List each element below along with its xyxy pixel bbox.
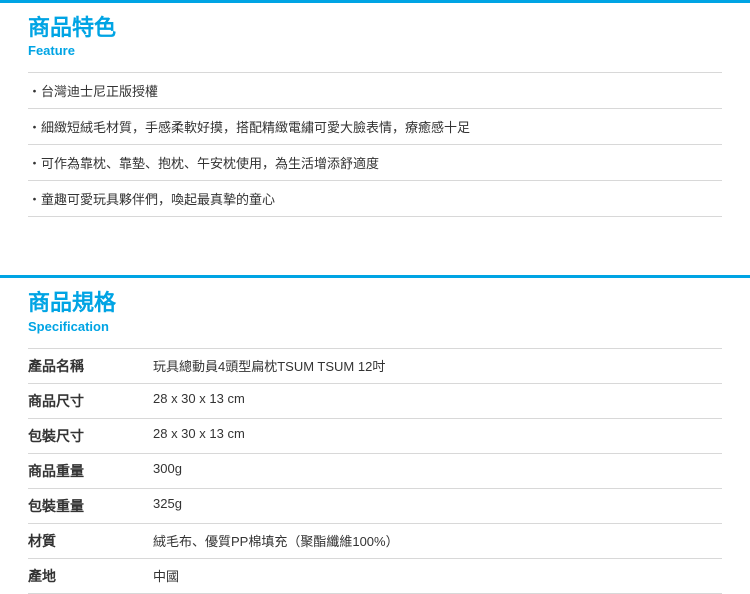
spec-label: 產地 (28, 566, 153, 586)
spec-table: 產品名稱 玩具總動員4頭型扁枕TSUM TSUM 12吋 商品尺寸 28 x 3… (0, 348, 750, 594)
spec-value: 325g (153, 496, 722, 516)
spec-row: 產地 中國 (28, 559, 722, 594)
spec-value: 300g (153, 461, 722, 481)
spec-header: 商品規格 Specification (0, 275, 750, 347)
spec-subtitle: Specification (28, 319, 750, 334)
spec-row: 商品尺寸 28 x 30 x 13 cm (28, 384, 722, 419)
spec-value: 28 x 30 x 13 cm (153, 391, 722, 411)
spec-row: 產品名稱 玩具總動員4頭型扁枕TSUM TSUM 12吋 (28, 348, 722, 384)
spec-row: 商品重量 300g (28, 454, 722, 489)
spec-label: 商品重量 (28, 461, 153, 481)
spec-value: 玩具總動員4頭型扁枕TSUM TSUM 12吋 (153, 356, 722, 376)
feature-title: 商品特色 (28, 15, 750, 41)
feature-subtitle: Feature (28, 43, 750, 58)
feature-item: ・童趣可愛玩具夥伴們，喚起最真摯的童心 (28, 181, 722, 217)
spec-label: 產品名稱 (28, 356, 153, 376)
document-container: 商品特色 Feature ・台灣迪士尼正版授權 ・細緻短絨毛材質，手感柔軟好摸，… (0, 0, 750, 594)
spec-title: 商品規格 (28, 290, 750, 316)
spec-label: 材質 (28, 531, 153, 551)
spec-value: 28 x 30 x 13 cm (153, 426, 722, 446)
feature-item: ・細緻短絨毛材質，手感柔軟好摸，搭配精緻電繡可愛大臉表情，療癒感十足 (28, 109, 722, 145)
feature-item: ・台灣迪士尼正版授權 (28, 72, 722, 109)
spec-row: 材質 絨毛布、優質PP棉填充（聚酯纖維100%） (28, 524, 722, 559)
spec-label: 包裝重量 (28, 496, 153, 516)
feature-header: 商品特色 Feature (0, 0, 750, 72)
feature-list: ・台灣迪士尼正版授權 ・細緻短絨毛材質，手感柔軟好摸，搭配精緻電繡可愛大臉表情，… (0, 72, 750, 217)
feature-item: ・可作為靠枕、靠墊、抱枕、午安枕使用，為生活增添舒適度 (28, 145, 722, 181)
spec-label: 商品尺寸 (28, 391, 153, 411)
spec-value: 中國 (153, 566, 722, 586)
spec-label: 包裝尺寸 (28, 426, 153, 446)
spec-row: 包裝尺寸 28 x 30 x 13 cm (28, 419, 722, 454)
spec-value: 絨毛布、優質PP棉填充（聚酯纖維100%） (153, 531, 722, 551)
section-gap (0, 217, 750, 275)
spec-row: 包裝重量 325g (28, 489, 722, 524)
